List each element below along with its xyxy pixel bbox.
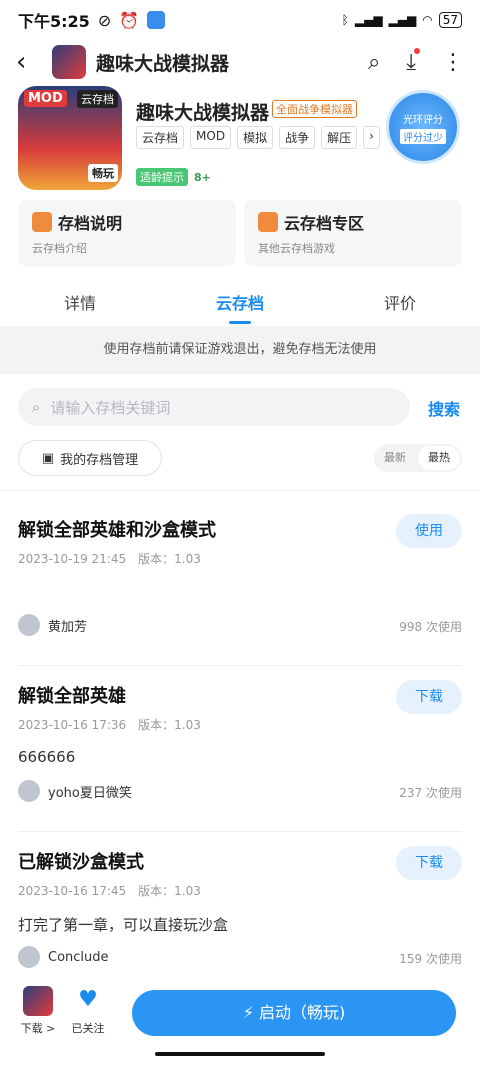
save-list: 解锁全部英雄和沙盒模式 2023-10-19 21:45 版本：1.03 黄加芳 … [0, 500, 480, 998]
score-badge: 光环评分 评分过少 [386, 90, 460, 164]
tag-list: 云存档 MOD 模拟 战争 解压 › [136, 126, 380, 149]
download-button[interactable]: 下载 [396, 680, 462, 714]
mod-label: MOD [24, 90, 67, 107]
save-manage-icon: ▣ [41, 450, 55, 466]
page-title: 趣味大战模拟器 [96, 52, 230, 75]
search-icon[interactable]: ⌕ [368, 50, 380, 75]
avatar [18, 780, 40, 802]
save-desc: 打完了第一章，可以直接玩沙盒 [18, 916, 229, 934]
save-date: 2023-10-19 21:45 [18, 552, 127, 566]
status-time: 下午5:25 [18, 12, 90, 31]
search-placeholder: 请输入存档关键词 [50, 398, 171, 417]
signal-icon: ▂▄▆ [354, 13, 383, 27]
save-item[interactable]: 解锁全部英雄和沙盒模式 2023-10-19 21:45 版本：1.03 黄加芳 … [18, 500, 462, 666]
save-info-icon [32, 212, 52, 232]
top-bar: ‹ 趣味大战模拟器 ⌕ ⤓ ⋮ [0, 42, 480, 82]
save-info-card[interactable]: 存档说明 云存档介绍 [18, 200, 236, 266]
tag[interactable]: 战争 [279, 126, 316, 149]
save-item[interactable]: 已解锁沙盒模式 2023-10-16 17:45 版本：1.03 打完了第一章，可… [18, 832, 462, 998]
save-count: 237 次使用 [399, 786, 462, 800]
tags-more-icon[interactable]: › [363, 126, 380, 149]
mute-icon: ⊘ [97, 10, 112, 30]
my-saves-button[interactable]: ▣ 我的存档管理 [18, 440, 162, 476]
heart-check-icon: ♥ [78, 987, 98, 1012]
download-tab[interactable]: 下载 > [16, 986, 60, 1036]
save-user: 黄加芳 [48, 619, 88, 635]
follow-tab[interactable]: ♥ 已关注 [66, 986, 110, 1036]
tab-bar: 详情 云存档 评价 [0, 280, 480, 324]
app-mini-logo [52, 45, 86, 79]
tag[interactable]: MOD [190, 126, 232, 149]
save-date: 2023-10-16 17:45 [18, 884, 127, 898]
tab-reviews[interactable]: 评价 [320, 280, 480, 324]
more-icon[interactable]: ⋮ [442, 50, 464, 75]
cloud-label: 云存档 [77, 90, 118, 108]
use-button[interactable]: 使用 [396, 514, 462, 548]
save-user: yoho夏日微笑 [48, 785, 132, 801]
app-name: 趣味大战模拟器 [136, 102, 270, 124]
tab-details[interactable]: 详情 [0, 280, 160, 324]
cloud-zone-card[interactable]: 云存档专区 其他云存档游戏 [244, 200, 462, 266]
app-icon: MOD 云存档 畅玩 [18, 86, 122, 190]
app-notification-icon [147, 11, 166, 29]
app-header: MOD 云存档 畅玩 趣味大战模拟器 全面战争模拟器 云存档 MOD 模拟 战争… [18, 86, 462, 190]
divider [0, 490, 480, 491]
search-input[interactable]: ⌕ 请输入存档关键词 [18, 388, 410, 426]
save-title: 解锁全部英雄和沙盒模式 [18, 520, 216, 541]
save-desc: 666666 [18, 748, 76, 766]
avatar [18, 946, 40, 968]
alarm-icon: ⏰ [119, 10, 140, 30]
save-title: 解锁全部英雄 [18, 686, 126, 707]
notice-banner: 使用存档前请保证游戏退出，避免存档无法使用 [0, 326, 480, 374]
download-button[interactable]: 下载 [396, 846, 462, 880]
download-icon[interactable]: ⤓ [406, 47, 420, 75]
save-item[interactable]: 解锁全部英雄 2023-10-16 17:36 版本：1.03 666666 yo… [18, 666, 462, 832]
save-title: 已解锁沙盒模式 [18, 852, 144, 873]
save-version: 版本：1.03 [138, 552, 201, 566]
sort-hottest[interactable]: 最热 [418, 446, 460, 470]
age-rating: 适龄提示 8+ [136, 168, 211, 186]
save-user: Conclude [48, 949, 109, 965]
age-label: 适龄提示 [136, 168, 188, 186]
cloud-zone-icon [258, 212, 278, 232]
app-badge: 全面战争模拟器 [272, 100, 357, 118]
app-icon-small [23, 986, 53, 1016]
save-date: 2023-10-16 17:36 [18, 718, 127, 732]
battery-indicator: 57 [438, 12, 462, 28]
save-version: 版本：1.03 [138, 718, 201, 732]
save-count: 159 次使用 [399, 952, 462, 966]
signal-icon-2: ▂▄▆ [388, 13, 417, 27]
back-arrow-icon[interactable]: ‹ [16, 47, 46, 77]
launch-button[interactable]: ⚡ 启动（畅玩) [132, 990, 456, 1036]
tag[interactable]: 云存档 [136, 126, 185, 149]
save-version: 版本：1.03 [138, 884, 201, 898]
avatar [18, 614, 40, 636]
tab-cloud-save[interactable]: 云存档 [160, 280, 320, 324]
wifi-icon: ◠ [422, 13, 433, 27]
sort-newest[interactable]: 最新 [374, 444, 416, 472]
search-button[interactable]: 搜索 [428, 396, 460, 420]
save-count: 998 次使用 [399, 620, 462, 634]
status-bar: 下午5:25 ⊘ ⏰ ᛒ ▂▄▆ ▂▄▆ ◠ 57 [0, 0, 480, 40]
play-label: 畅玩 [88, 164, 118, 182]
tag[interactable]: 模拟 [237, 126, 274, 149]
launch-icon: ⚡ [242, 1003, 260, 1022]
sort-toggle: 最新 最热 [374, 444, 462, 472]
age-value: 8+ [194, 170, 211, 184]
bottom-bar: 下载 > ♥ 已关注 ⚡ 启动（畅玩) [0, 980, 480, 1066]
info-cards: 存档说明 云存档介绍 云存档专区 其他云存档游戏 [18, 200, 462, 266]
home-indicator[interactable] [155, 1052, 325, 1056]
search-icon: ⌕ [32, 398, 41, 416]
bluetooth-icon: ᛒ [341, 13, 349, 27]
tag[interactable]: 解压 [321, 126, 358, 149]
